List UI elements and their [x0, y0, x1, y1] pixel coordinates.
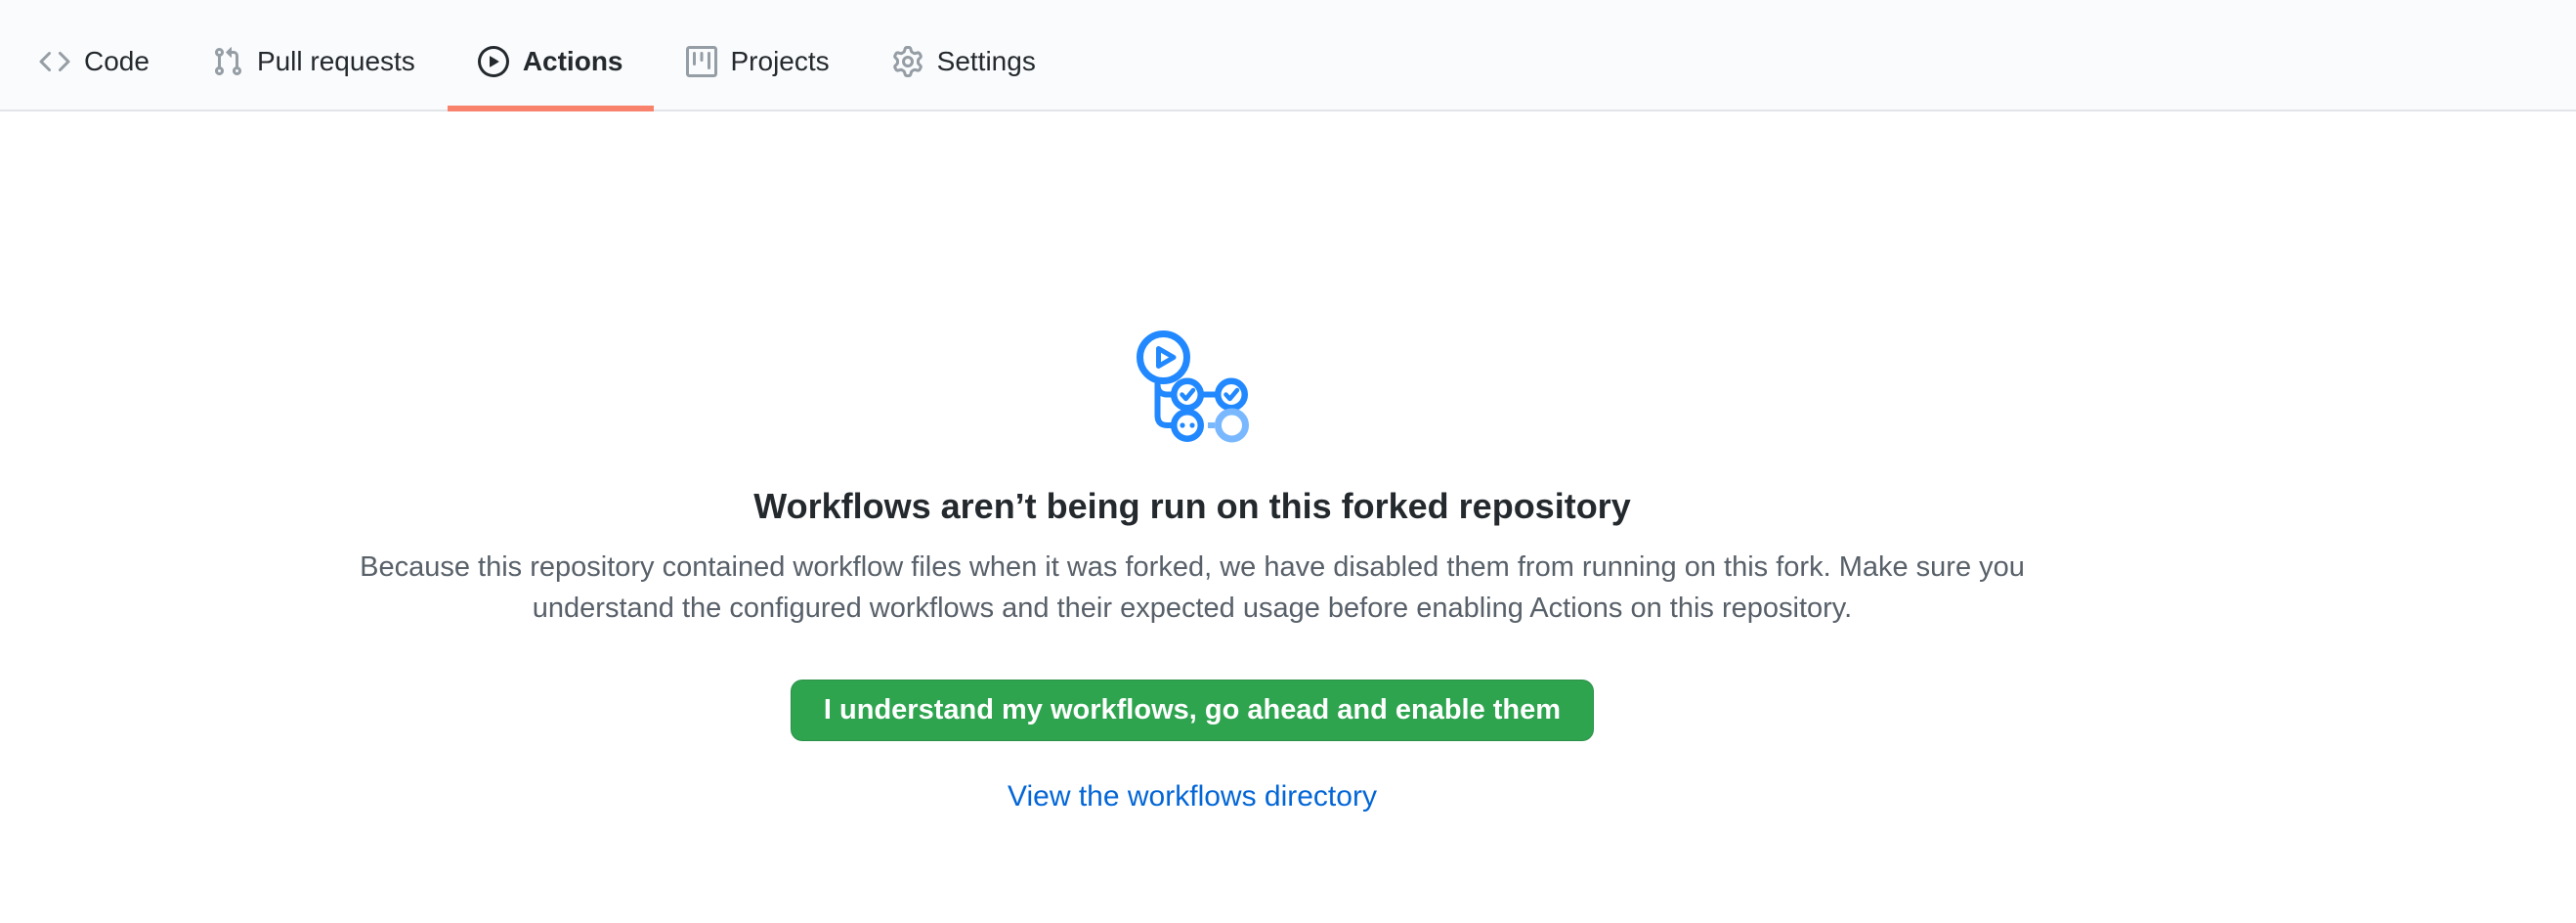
tab-label: Code — [84, 48, 150, 75]
code-icon — [39, 46, 70, 77]
tab-pull-requests[interactable]: Pull requests — [182, 0, 446, 111]
tab-label: Projects — [731, 48, 830, 75]
git-pull-request-icon — [212, 46, 243, 77]
tab-label: Pull requests — [257, 48, 415, 75]
repo-tab-nav: Code Pull requests Actions Projects Sett… — [0, 0, 2576, 111]
tab-projects[interactable]: Projects — [656, 0, 860, 111]
view-workflows-directory-link[interactable]: View the workflows directory — [1008, 780, 1377, 813]
blankslate-heading: Workflows aren’t being run on this forke… — [753, 484, 1630, 529]
tab-label: Settings — [937, 48, 1036, 75]
tab-label: Actions — [523, 48, 623, 75]
tab-settings[interactable]: Settings — [862, 0, 1066, 111]
tab-actions[interactable]: Actions — [448, 0, 654, 111]
workflow-graph-icon — [1137, 330, 1249, 443]
project-icon — [686, 46, 717, 77]
gear-icon — [892, 46, 923, 77]
actions-blankslate: Workflows aren’t being run on this forke… — [0, 111, 2384, 813]
blankslate-description: Because this repository contained workfl… — [337, 547, 2047, 629]
enable-workflows-button[interactable]: I understand my workflows, go ahead and … — [791, 680, 1594, 741]
play-icon — [478, 46, 509, 77]
tab-code[interactable]: Code — [9, 0, 180, 111]
